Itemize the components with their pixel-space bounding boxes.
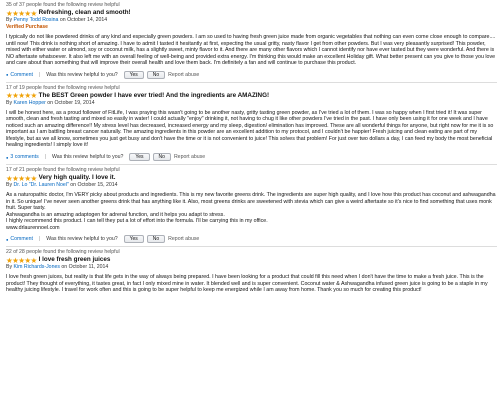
separator: |: [38, 71, 41, 78]
comment-label: Comment: [10, 236, 33, 243]
review-title-row: ★ ★ ★ ★ ★ Refreshing, clean and smooth!: [6, 9, 497, 17]
byline: By Dr. Lo "Dr. Lauren Noel" on October 1…: [6, 182, 497, 189]
helpful-count: 17 of 21 people found the following revi…: [6, 167, 120, 174]
star-rating: ★ ★ ★ ★ ★: [6, 91, 38, 101]
review-title[interactable]: The BEST Green powder I have ever tried!…: [39, 92, 269, 100]
comments-link[interactable]: ● 3 comments: [6, 154, 39, 160]
separator: |: [44, 154, 47, 161]
helpful-count: 35 of 37 people found the following revi…: [6, 2, 120, 8]
author-link[interactable]: Dr. Lo "Dr. Lauren Noel": [14, 182, 69, 188]
helpful-question: Was this review helpful to you?: [46, 71, 118, 78]
review-3: 17 of 21 people found the following revi…: [0, 165, 500, 248]
no-button[interactable]: No: [146, 70, 166, 79]
helpful-question: Was this review helpful to you?: [46, 236, 118, 243]
review-date: on October 11, 2014: [61, 264, 109, 271]
review-title[interactable]: Very high quality. I love it.: [39, 174, 116, 182]
comment-link[interactable]: ● Comment: [6, 72, 33, 78]
by-prefix: By: [6, 182, 13, 189]
helpful-question: Was this review helpful to you?: [52, 154, 124, 161]
comment-label: Comment: [10, 71, 33, 78]
by-prefix: By: [6, 99, 13, 106]
star-icon: ★: [30, 173, 38, 183]
bullet-icon: ●: [6, 72, 9, 78]
review-title-row: ★ ★ ★ ★ ★ The BEST Green powder I have ever …: [6, 92, 497, 100]
byline: By Kim Richards-Jones on October 11, 201…: [6, 264, 497, 271]
no-button[interactable]: No: [152, 153, 171, 162]
no-button[interactable]: No: [146, 235, 166, 244]
comment-label: 3 comments: [10, 154, 39, 161]
review-title[interactable]: Refreshing, clean and smooth!: [39, 9, 131, 17]
review-body: I will be honest here, as a proud follow…: [6, 109, 494, 149]
review-2: 17 of 19 people found the following revi…: [0, 83, 500, 166]
separator: |: [38, 236, 41, 243]
byline: By Penny Todd Rosina on October 14, 2014: [6, 17, 497, 24]
star-rating: ★ ★ ★ ★ ★: [6, 173, 38, 183]
helpful-count: 22 of 28 people found the following revi…: [6, 249, 120, 256]
star-icon: ★: [30, 8, 38, 18]
by-prefix: By: [6, 17, 13, 23]
report-abuse-link[interactable]: Report abuse: [168, 236, 199, 242]
helpful-count: 17 of 19 people found the following revi…: [6, 84, 120, 91]
author-link[interactable]: Kim Richards-Jones: [14, 264, 60, 270]
review-body: As a naturopathic doctor, I'm VERY picky…: [6, 192, 496, 231]
review-date: on October 14, 2014: [59, 17, 108, 23]
yes-button[interactable]: Yes: [123, 235, 144, 244]
by-prefix: By: [6, 264, 13, 271]
review-actions: ● Comment | Was this review helpful to yo…: [6, 70, 497, 80]
bullet-icon: ●: [6, 154, 9, 160]
review-title[interactable]: I love fresh green juices: [39, 256, 111, 264]
review-4: 22 of 28 people found the following revi…: [0, 247, 500, 294]
report-abuse-link[interactable]: Report abuse: [174, 154, 205, 160]
star-icon: ★: [30, 255, 38, 265]
review-actions: ● 3 comments | Was this review helpful to…: [6, 152, 497, 162]
review-date: on October 15, 2014: [70, 182, 118, 189]
review-body: I love fresh green juices, but reality i…: [6, 274, 488, 294]
review-title-row: ★ ★ ★ ★ ★ I love fresh green juices: [6, 256, 497, 264]
star-rating: ★ ★ ★ ★ ★: [6, 8, 38, 18]
verified-purchase-badge: Verified Purchase: [6, 24, 48, 30]
byline: By Karen Hopper on October 19, 2014: [6, 100, 497, 107]
author-link[interactable]: Karen Hopper: [14, 100, 46, 106]
comment-link[interactable]: ● Comment: [6, 236, 33, 242]
review-body: I typically do not like powdered drinks …: [6, 34, 496, 67]
report-abuse-link[interactable]: Report abuse: [168, 72, 199, 78]
review-1: 35 of 37 people found the following revi…: [0, 0, 500, 83]
yes-button[interactable]: Yes: [123, 70, 144, 79]
review-date: on October 19, 2014: [47, 99, 95, 106]
star-rating: ★ ★ ★ ★ ★: [6, 255, 38, 265]
review-actions: ● Comment | Was this review helpful to yo…: [6, 234, 497, 244]
yes-button[interactable]: Yes: [129, 153, 150, 162]
author-link[interactable]: Penny Todd Rosina: [14, 17, 59, 23]
bullet-icon: ●: [6, 236, 9, 242]
review-title-row: ★ ★ ★ ★ ★ Very high quality. I love it.: [6, 174, 497, 182]
star-icon: ★: [30, 91, 38, 101]
